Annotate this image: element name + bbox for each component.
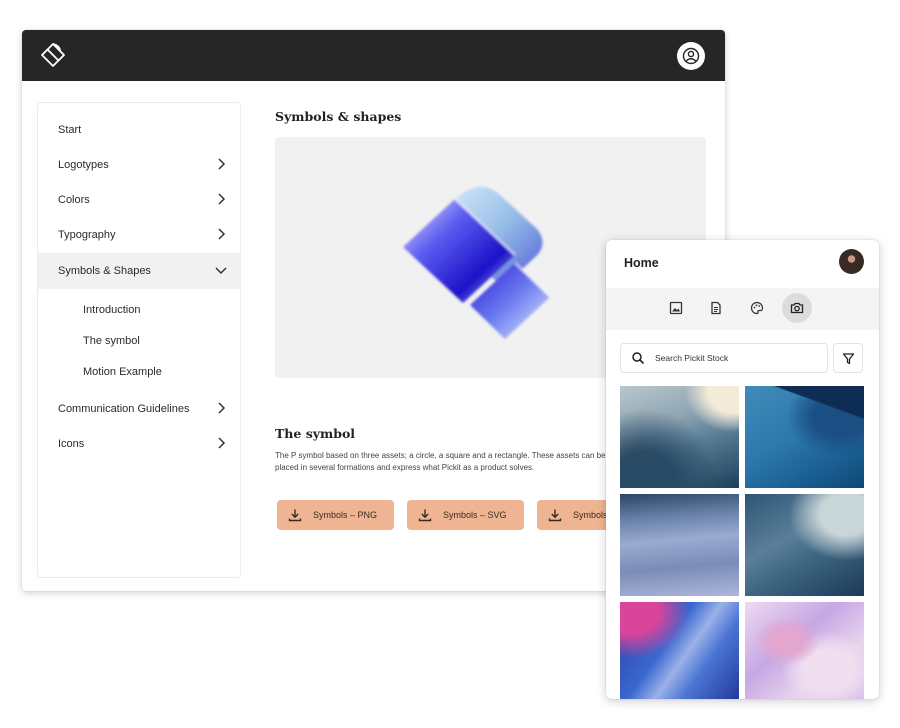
panel-tab-bar	[606, 288, 879, 330]
stock-image-thumbnail[interactable]	[620, 386, 739, 488]
chevron-right-icon	[218, 402, 226, 414]
account-button[interactable]	[677, 42, 705, 70]
page-title: Symbols & shapes	[275, 109, 402, 124]
sidebar-item-start[interactable]: Start	[38, 112, 240, 148]
stock-image-thumbnail[interactable]	[745, 602, 864, 699]
sidebar-subitem-label: Introduction	[83, 304, 141, 316]
sidebar-item-communication-guidelines[interactable]: Communication Guidelines	[38, 391, 240, 427]
sidebar-item-label: Start	[58, 124, 82, 136]
pickit-logo-icon[interactable]	[40, 42, 66, 68]
section-description: The P symbol based on three assets; a ci…	[275, 451, 606, 472]
download-svg-label: Symbols – SVG	[443, 510, 507, 520]
search-icon	[632, 352, 645, 365]
sidebar-item-label: Logotypes	[58, 159, 109, 171]
pickit-stock-panel: Home	[606, 240, 879, 699]
sidebar-subitem-label: The symbol	[83, 335, 140, 347]
download-png-button[interactable]: Symbols – PNG	[277, 500, 394, 530]
download-svg-button[interactable]: Symbols – SVG	[407, 500, 524, 530]
palette-icon	[750, 301, 764, 315]
tab-stock-photos[interactable]	[782, 293, 812, 323]
download-icon	[288, 509, 302, 522]
download-icon	[418, 509, 432, 522]
filter-button[interactable]	[833, 343, 863, 373]
stock-image-thumbnail[interactable]	[745, 386, 864, 488]
camera-icon	[790, 302, 804, 314]
chevron-down-icon	[215, 267, 227, 275]
search-input[interactable]	[655, 353, 815, 363]
avatar[interactable]	[839, 249, 864, 274]
tab-images[interactable]	[661, 293, 691, 323]
sidebar-item-label: Communication Guidelines	[58, 403, 190, 415]
sidebar-item-label: Typography	[58, 229, 116, 241]
top-bar	[22, 30, 725, 81]
section-title: The symbol	[275, 426, 356, 441]
sidebar-item-label: Icons	[58, 438, 85, 450]
panel-header: Home	[606, 240, 879, 286]
user-icon	[682, 47, 700, 65]
stock-image-thumbnail[interactable]	[620, 494, 739, 596]
document-icon	[711, 301, 721, 315]
tab-documents[interactable]	[701, 293, 731, 323]
chevron-right-icon	[218, 228, 226, 240]
sidebar-subitem-motion-example[interactable]: Motion Example	[38, 357, 240, 387]
sidebar-item-colors[interactable]: Colors	[38, 182, 240, 218]
stock-search-field[interactable]	[620, 343, 828, 373]
filter-icon	[842, 352, 854, 364]
sidebar-item-label: Symbols & Shapes	[58, 265, 151, 277]
image-icon	[669, 301, 683, 315]
sidebar-item-logotypes[interactable]: Logotypes	[38, 147, 240, 183]
sidebar-item-typography[interactable]: Typography	[38, 217, 240, 253]
chevron-right-icon	[218, 158, 226, 170]
sidebar-nav: Start Logotypes Colors Typography Symbol…	[37, 102, 241, 578]
stock-image-thumbnail[interactable]	[745, 494, 864, 596]
stock-image-thumbnail[interactable]	[620, 602, 739, 699]
sidebar-item-label: Colors	[58, 194, 90, 206]
download-png-label: Symbols – PNG	[313, 510, 378, 520]
sidebar-item-icons[interactable]: Icons	[38, 426, 240, 462]
sidebar-subitem-label: Motion Example	[83, 366, 162, 378]
panel-title: Home	[624, 256, 659, 270]
chevron-right-icon	[218, 437, 226, 449]
sidebar-item-symbols-shapes[interactable]: Symbols & Shapes	[38, 253, 240, 289]
download-icon	[548, 509, 562, 522]
tab-colors[interactable]	[742, 293, 772, 323]
chevron-right-icon	[218, 193, 226, 205]
sidebar-subitem-the-symbol[interactable]: The symbol	[38, 326, 240, 356]
sidebar-subitem-introduction[interactable]: Introduction	[38, 295, 240, 325]
